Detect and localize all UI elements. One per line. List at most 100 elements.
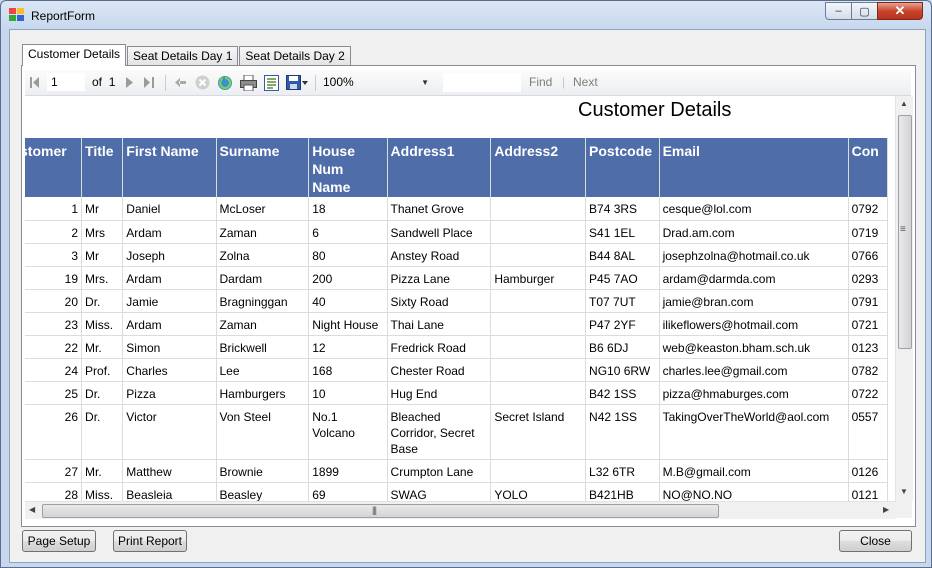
col-header-first-name: First Name (122, 138, 217, 197)
cell-email: Drad.am.com (659, 220, 849, 244)
grip-icon: ||| (372, 505, 377, 515)
cell-email: josephzolna@hotmail.co.uk (659, 243, 849, 267)
scroll-right-icon[interactable]: ▶ (883, 505, 889, 514)
cell-surname: Bragninggan (216, 289, 310, 313)
cell-email: NO@NO.NO (659, 482, 849, 501)
page-of-label: of 1 (92, 75, 116, 89)
cell-customer-id: 23 (25, 312, 83, 336)
cell-postcode: B74 3RS (585, 197, 660, 221)
col-header-postcode: Postcode (585, 138, 660, 197)
cell-house: 1899 (308, 459, 388, 483)
scroll-down-icon[interactable]: ▼ (900, 487, 908, 496)
col-header-customer: stomer (25, 138, 83, 197)
cell-first-name: Ardam (122, 266, 217, 290)
cell-first-name: Ardam (122, 220, 217, 244)
current-page-input[interactable] (47, 73, 85, 91)
cell-house: 6 (308, 220, 388, 244)
cell-first-name: Daniel (122, 197, 217, 221)
cell-first-name: Jamie (122, 289, 217, 313)
maximize-button[interactable]: ▢ (851, 2, 878, 20)
cell-postcode: L32 6TR (585, 459, 660, 483)
scroll-left-icon[interactable]: ◀ (29, 505, 35, 514)
app-icon (9, 8, 24, 21)
last-page-icon[interactable] (142, 74, 156, 91)
cell-email: jamie@bran.com (659, 289, 849, 313)
cell-first-name: Charles (122, 358, 217, 382)
cell-surname: Zolna (216, 243, 310, 267)
find-next-link[interactable]: Next (573, 75, 598, 89)
cell-postcode: NG10 6RW (585, 358, 660, 382)
tab-seat-details-day-1[interactable]: Seat Details Day 1 (127, 46, 239, 65)
find-link[interactable]: Find (529, 75, 552, 89)
cell-postcode: B44 8AL (585, 243, 660, 267)
window-title: ReportForm (31, 9, 96, 23)
minimize-button[interactable]: ‒ (825, 2, 852, 20)
col-header-email: Email (659, 138, 849, 197)
cell-title: Mrs (81, 220, 124, 244)
horizontal-scrollbar[interactable]: ◀ ||| ▶ (25, 501, 896, 519)
title-bar[interactable]: ReportForm ‒ ▢ ✕ (1, 1, 931, 29)
stop-icon[interactable] (193, 74, 211, 91)
print-icon[interactable] (239, 74, 257, 91)
tab-customer-details[interactable]: Customer Details (22, 44, 127, 66)
cell-title: Dr. (81, 289, 124, 313)
cell-contact: 0557 (848, 404, 889, 460)
cell-customer-id: 2 (25, 220, 83, 244)
zoom-select[interactable]: 100% ▼ (321, 73, 433, 92)
vertical-scroll-thumb[interactable]: ≡ (898, 115, 912, 349)
cell-address2 (490, 358, 587, 382)
cell-first-name: Pizza (122, 381, 217, 405)
page-setup-button[interactable]: Page Setup (22, 530, 96, 552)
cell-address1: Anstey Road (387, 243, 492, 267)
minimize-icon: ‒ (835, 5, 842, 17)
cell-customer-id: 26 (25, 404, 83, 460)
scroll-up-icon[interactable]: ▲ (900, 99, 908, 108)
refresh-icon[interactable] (216, 74, 234, 91)
find-separator: | (562, 75, 566, 89)
table-row: 28 Miss. Beasleia Beasley 69 SWAG YOLO B421HB NO… (25, 482, 889, 501)
cell-address2: Secret Island (490, 404, 587, 460)
print-layout-icon[interactable] (262, 74, 280, 91)
close-window-button[interactable]: ✕ (877, 2, 923, 20)
table-row: 26 Dr. Victor Von Steel No.1 Volcano Bleached… (25, 404, 889, 460)
table-row: 27 Mr. Matthew Brownie 1899 Crumpton Lane L32 … (25, 459, 889, 483)
cell-surname: McLoser (216, 197, 310, 221)
report-page[interactable]: Customer Details stomer Title First Name… (25, 96, 896, 501)
close-button[interactable]: Close (839, 530, 912, 552)
cell-first-name: Beasleia (122, 482, 217, 501)
next-page-icon[interactable] (122, 74, 136, 91)
cell-email: pizza@hmaburges.com (659, 381, 849, 405)
horizontal-scroll-thumb[interactable]: ||| (42, 504, 719, 518)
print-report-button[interactable]: Print Report (113, 530, 187, 552)
cell-postcode: B42 1SS (585, 381, 660, 405)
cell-surname: Lee (216, 358, 310, 382)
report-viewer: of 1 (21, 65, 916, 527)
cell-house: 18 (308, 197, 388, 221)
vertical-scrollbar[interactable]: ▲ ≡ ▼ (895, 96, 913, 501)
table-row: 20 Dr. Jamie Bragninggan 40 Sixty Road T07 7UT… (25, 289, 889, 313)
cell-surname: Zaman (216, 312, 310, 336)
cell-house: 168 (308, 358, 388, 382)
cell-postcode: S41 1EL (585, 220, 660, 244)
first-page-icon[interactable] (28, 74, 42, 91)
cell-address2: YOLO (490, 482, 587, 501)
cell-title: Mr. (81, 335, 124, 359)
report-toolbar: of 1 (25, 70, 911, 96)
cell-postcode: B421HB (585, 482, 660, 501)
cell-first-name: Joseph (122, 243, 217, 267)
tab-seat-details-day-2[interactable]: Seat Details Day 2 (239, 46, 351, 65)
cell-email: charles.lee@gmail.com (659, 358, 849, 382)
cell-address1: Sixty Road (387, 289, 492, 313)
chevron-down-icon: ▼ (421, 78, 429, 87)
export-icon[interactable] (285, 74, 311, 91)
cell-address1: Thai Lane (387, 312, 492, 336)
cell-address1: Crumpton Lane (387, 459, 492, 483)
cell-address1: Chester Road (387, 358, 492, 382)
back-icon[interactable] (172, 74, 188, 91)
table-row: 19 Mrs. Ardam Dardam 200 Pizza Lane Hamburger P… (25, 266, 889, 290)
find-input[interactable] (443, 73, 521, 92)
cell-title: Dr. (81, 381, 124, 405)
cell-house: 10 (308, 381, 388, 405)
cell-address2: Hamburger (490, 266, 587, 290)
table-row: 1 Mr Daniel McLoser 18 Thanet Grove B74 3RS ces… (25, 197, 889, 221)
